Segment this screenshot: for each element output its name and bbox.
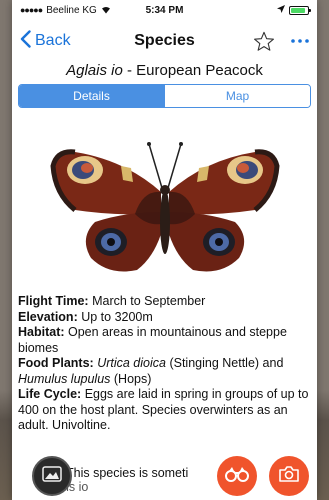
- segmented-control: Details Map: [18, 84, 311, 108]
- status-right: [277, 4, 311, 16]
- flight-time-label: Flight Time:: [18, 294, 89, 308]
- life-cycle-row: Life Cycle: Eggs are laid in spring in g…: [18, 387, 311, 434]
- image-icon: [42, 465, 62, 487]
- species-separator: -: [122, 62, 137, 79]
- page-title: Species: [134, 32, 195, 49]
- flight-time-row: Flight Time: March to September: [18, 294, 311, 310]
- carrier-label: Beeline KG: [46, 4, 97, 16]
- camera-icon: [278, 465, 300, 488]
- elevation-row: Elevation: Up to 3200m: [18, 310, 311, 326]
- species-photo-container: [12, 130, 317, 280]
- signal-icon: ●●●●●: [20, 5, 43, 15]
- food-plant-common: (Stinging Nettle) and: [165, 356, 284, 370]
- food-plants-row: Food Plants: Urtica dioica (Stinging Net…: [18, 356, 311, 387]
- status-time: 5:34 PM: [145, 4, 184, 16]
- status-left: ●●●●● Beeline KG: [20, 5, 111, 16]
- binoculars-button[interactable]: [217, 456, 257, 496]
- butterfly-image[interactable]: [35, 130, 295, 280]
- life-cycle-label: Life Cycle:: [18, 387, 82, 401]
- chevron-left-icon: [20, 29, 31, 53]
- species-title: Aglais io - European Peacock: [12, 62, 317, 82]
- species-common-name: European Peacock: [136, 62, 263, 79]
- camera-button[interactable]: [269, 456, 309, 496]
- habitat-row: Habitat: Open areas in mountainous and s…: [18, 325, 311, 356]
- flight-time-value: March to September: [88, 294, 206, 308]
- species-latin-name: Aglais io: [66, 62, 123, 79]
- tab-details[interactable]: Details: [19, 85, 164, 107]
- food-plants-label: Food Plants:: [18, 356, 94, 370]
- tab-map[interactable]: Map: [164, 85, 310, 107]
- status-bar: ●●●●● Beeline KG 5:34 PM: [12, 0, 317, 20]
- nav-actions: [253, 31, 309, 52]
- habitat-label: Habitat:: [18, 325, 65, 339]
- binoculars-icon: [225, 466, 249, 487]
- back-label: Back: [35, 32, 71, 49]
- elevation-value: Up to 3200m: [77, 309, 153, 324]
- gallery-button[interactable]: [32, 456, 72, 496]
- back-button[interactable]: Back: [20, 29, 71, 53]
- star-icon[interactable]: [253, 31, 275, 52]
- navigation-bar: Back Species: [12, 20, 317, 62]
- food-plant-common: (Hops): [110, 371, 152, 386]
- food-plant-latin: Urtica dioica: [97, 356, 166, 370]
- elevation-label: Elevation:: [18, 309, 78, 324]
- battery-icon: [289, 5, 311, 15]
- more-icon[interactable]: [291, 39, 309, 43]
- phone-screen: ●●●●● Beeline KG 5:34 PM Back Species Ag…: [12, 0, 317, 500]
- bottom-action-bar: This species is sometin achis io: [12, 448, 317, 500]
- food-plant-latin: Humulus lupulus: [18, 371, 111, 386]
- wifi-icon: [101, 6, 111, 14]
- location-icon: [277, 4, 285, 16]
- species-details: Flight Time: March to September Elevatio…: [12, 280, 317, 434]
